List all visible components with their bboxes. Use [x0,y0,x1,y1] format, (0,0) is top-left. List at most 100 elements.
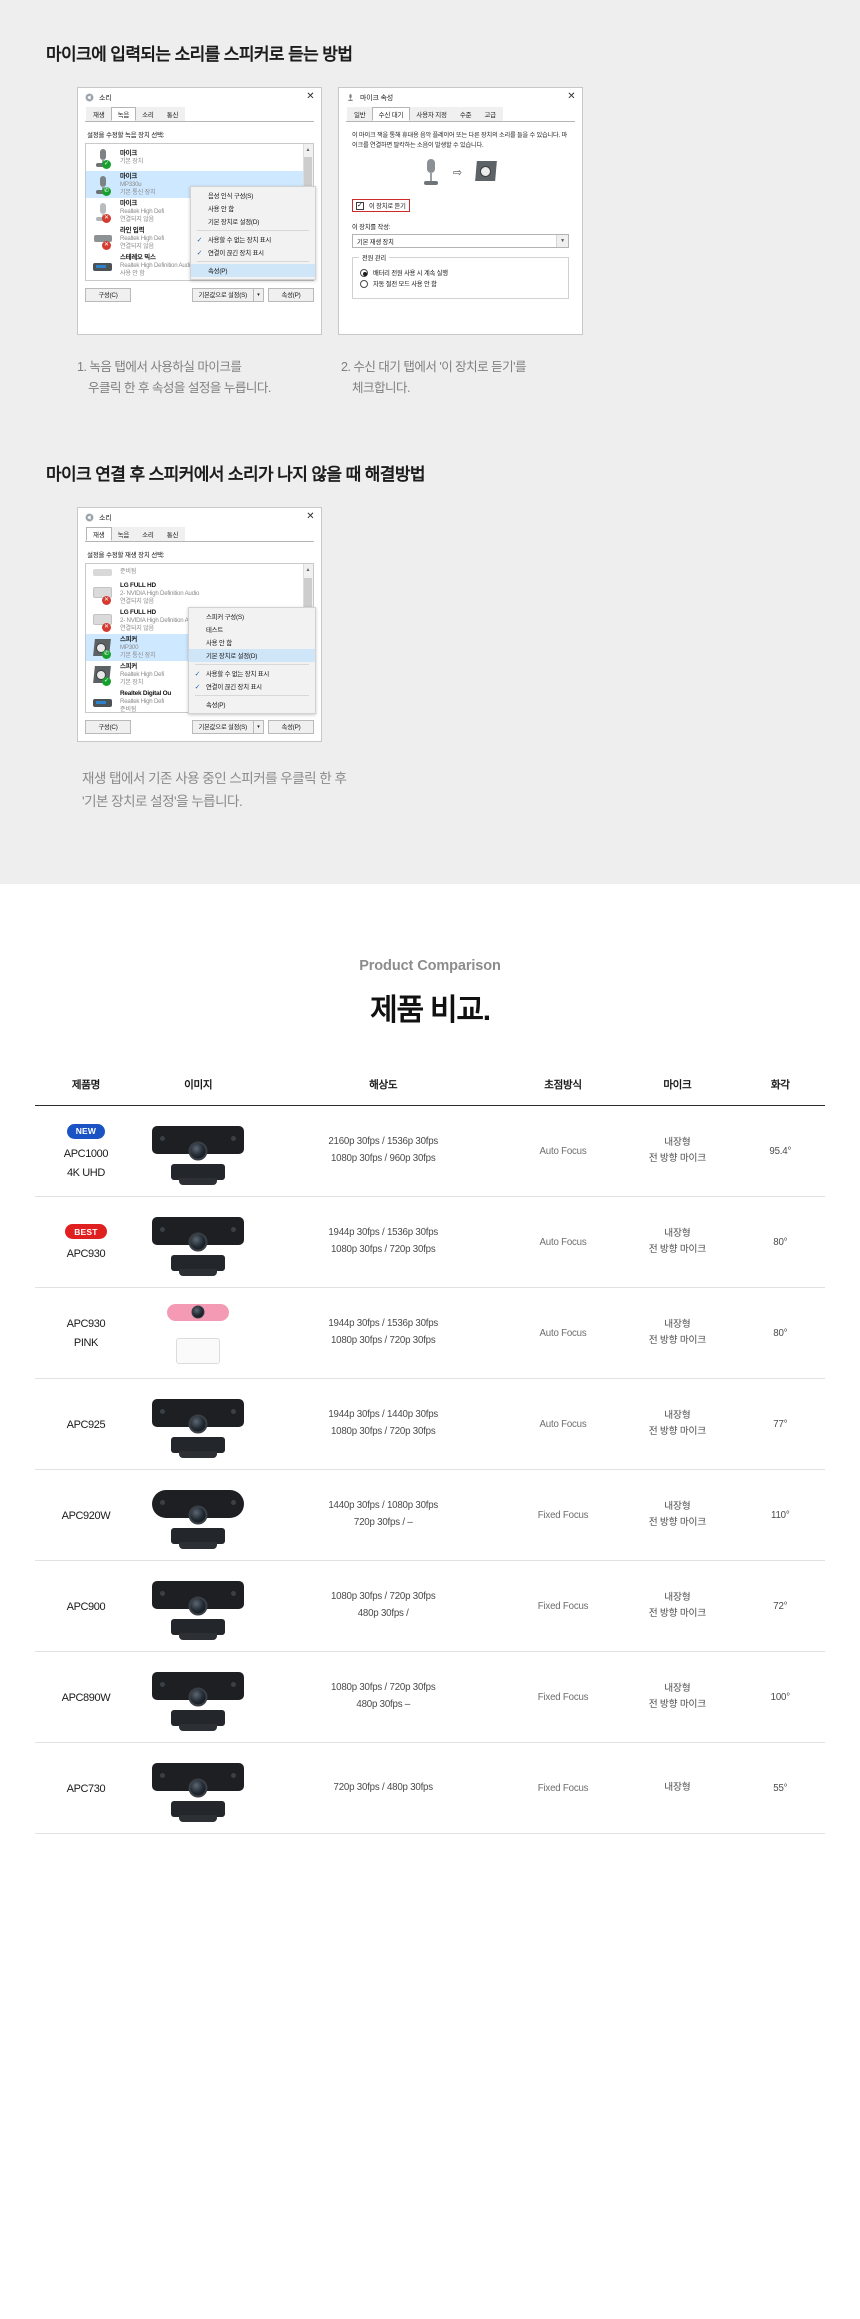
tab-listen[interactable]: 수신 대기 [371,107,411,121]
tab-general[interactable]: 일반 [347,107,373,121]
menu-item-properties[interactable]: 속성(P) [191,264,315,277]
playback-context-menu[interactable]: 스피커 구성(S) 테스트 사용 안 함 기본 장치로 설정(D) ✓ 사용할 수… [188,607,316,715]
recording-context-menu[interactable]: 음성 인식 구성(S) 사용 안 함 기본 장치로 설정(D) ✓ 사용할 수 없… [190,186,316,280]
menu-separator [195,695,309,697]
menu-item-show-disconnected[interactable]: ✓ 연결이 끊긴 장치 표시 [191,246,315,259]
webcam-clip [171,1164,226,1186]
microphone-value: 내장형 전 방향 마이크 [648,1500,706,1529]
device-model: 2- NVIDIA High Definition Audio [120,590,200,598]
device-status: 준비됨 [120,568,137,576]
tab-playback[interactable]: 재생 [86,107,112,121]
camera-lens-icon [188,1596,208,1616]
playback-device-select[interactable]: 기본 재생 장치 ▼ [352,234,569,249]
chevron-down-icon[interactable]: ▼ [556,235,568,248]
camera-lens-icon [188,1414,208,1434]
cell-focus: Auto Focus [506,1105,620,1198]
tab-recording[interactable]: 녹음 [110,527,137,542]
radio-icon[interactable] [360,268,368,277]
scrollbar-thumb[interactable] [304,157,312,187]
focus-value: Auto Focus [539,1145,587,1157]
close-icon[interactable]: ✕ [303,90,318,104]
menu-item-show-disabled[interactable]: ✓ 사용할 수 없는 장치 표시 [191,233,315,246]
list-item[interactable]: 준비됨 [86,564,313,580]
menu-item-disable[interactable]: 사용 안 함 [191,202,315,215]
properties-button[interactable]: 속성(P) [268,288,314,302]
menu-item-show-disabled[interactable]: ✓ 사용할 수 없는 장치 표시 [189,667,315,680]
stereo-mix-icon [92,255,114,277]
scroll-up-icon[interactable]: ▲ [304,565,312,577]
tab-sounds[interactable]: 소리 [135,527,161,542]
radio-continue-on-battery[interactable]: 배터리 전원 사용 시 계속 실행 [360,268,561,277]
webcam-illustration [146,1120,250,1186]
chevron-down-icon[interactable]: ▾ [253,288,264,302]
device-model: Realtek High Defi [120,207,165,215]
cell-angle: 55° [735,1742,825,1835]
scroll-up-icon[interactable]: ▲ [304,145,312,156]
menu-item-set-default[interactable]: 기본 장치로 설정(D) [191,215,315,228]
monitor-icon [92,565,114,579]
microphone-value: 내장형 전 방향 마이크 [648,1227,706,1256]
set-default-button[interactable]: 기본값으로 설정(S) [191,288,253,302]
close-icon[interactable]: ✕ [303,510,318,524]
menu-separator [195,664,309,666]
tab-communications[interactable]: 통신 [159,107,186,121]
configure-button[interactable]: 구성(C) [85,720,131,735]
cell-focus: Auto Focus [506,1378,620,1471]
device-status: 연결되지 않음 [120,597,154,605]
tab-recording[interactable]: 녹음 [110,107,137,121]
camera-lens-icon [188,1505,208,1525]
listen-to-device-checkbox[interactable]: 이 장치로 듣기 [352,199,410,213]
listen-to-device-label: 이 장치로 듣기 [369,203,406,211]
list-item[interactable]: ✓ 마이크 기본 장치 [86,144,313,171]
cell-resolution: 1080p 30fps / 720p 30fps 480p 30fps / [259,1560,507,1653]
menu-item-label: 사용 안 함 [208,206,234,213]
focus-value: Auto Focus [539,1418,587,1430]
resolution-value: 720p 30fps / 480p 30fps [333,1781,434,1793]
set-default-button[interactable]: 기본값으로 설정(S) [191,720,253,735]
menu-item-voice-recognition[interactable]: 음성 인식 구성(S) [191,189,315,202]
product-name: APC920W [61,1509,111,1522]
tab-communications[interactable]: 통신 [159,527,186,542]
menu-separator [197,230,309,231]
caption-2-line-2: 체크합니다. [352,380,410,395]
caption-3-line-1: 재생 탭에서 기존 사용 중인 스피커를 우클릭 한 후 [82,771,347,787]
resolution-value: 1440p 30fps / 1080p 30fps 720p 30fps / – [328,1500,439,1529]
menu-item-set-default[interactable]: 기본 장치로 설정(D) [189,649,315,663]
cell-product-name: APC890W [35,1651,137,1744]
list-item[interactable]: ✕ LG FULL HD 2- NVIDIA High Definition A… [86,580,313,607]
menu-item-properties[interactable]: 속성(P) [189,698,315,711]
radio-disable-auto-power-save[interactable]: 자동 절전 모드 사용 안 함 [360,279,561,288]
device-status: 기본 통신 장치 [120,651,156,659]
close-icon[interactable]: ✕ [564,90,579,104]
caption-3: 재생 탭에서 기존 사용 중인 스피커를 우클릭 한 후 '기본 장치로 설정'… [39,768,821,814]
sound-dialog-tabs: 재생 녹음 소리 통신 [85,107,314,122]
menu-item-test[interactable]: 테스트 [189,623,315,636]
caption-3-line-2: '기본 장치로 설정'을 누릅니다. [82,794,243,810]
menu-item-configure-speakers[interactable]: 스피커 구성(S) [189,610,315,623]
tab-sounds[interactable]: 소리 [135,107,161,121]
menu-item-disable[interactable]: 사용 안 함 [189,636,315,649]
tab-advanced[interactable]: 고급 [477,107,503,121]
tab-custom[interactable]: 사용자 지정 [409,107,454,121]
menu-item-show-disconnected[interactable]: ✓ 연결이 끊긴 장치 표시 [189,680,315,693]
sound-dialog-title: 소리 [99,94,112,102]
configure-button[interactable]: 구성(C) [85,288,131,302]
cell-angle: 80° [735,1287,825,1380]
caption-1-line-2: 우클릭 한 후 속성을 설정을 누릅니다. [88,380,271,395]
device-model: Realtek High Defi [120,671,165,679]
menu-item-label: 사용할 수 없는 장치 표시 [206,671,270,679]
chevron-down-icon[interactable]: ▾ [253,720,264,735]
cell-resolution: 1080p 30fps / 720p 30fps 480p 30fps – [259,1651,507,1744]
mic-props-tabs: 일반 수신 대기 사용자 지정 수준 고급 [346,107,575,122]
tab-levels[interactable]: 수준 [452,107,479,121]
camera-lens-icon [188,1778,208,1798]
checkbox-icon[interactable] [356,201,364,210]
microphone-icon [346,93,355,102]
camera-lens-icon [188,1141,208,1161]
camera-lens-icon [188,1687,208,1707]
col-product-name: 제품명 [35,1077,137,1107]
radio-icon[interactable] [360,279,368,288]
tab-playback[interactable]: 재생 [86,527,112,542]
properties-button[interactable]: 속성(P) [268,720,314,735]
device-name: 스피커 [120,663,138,671]
